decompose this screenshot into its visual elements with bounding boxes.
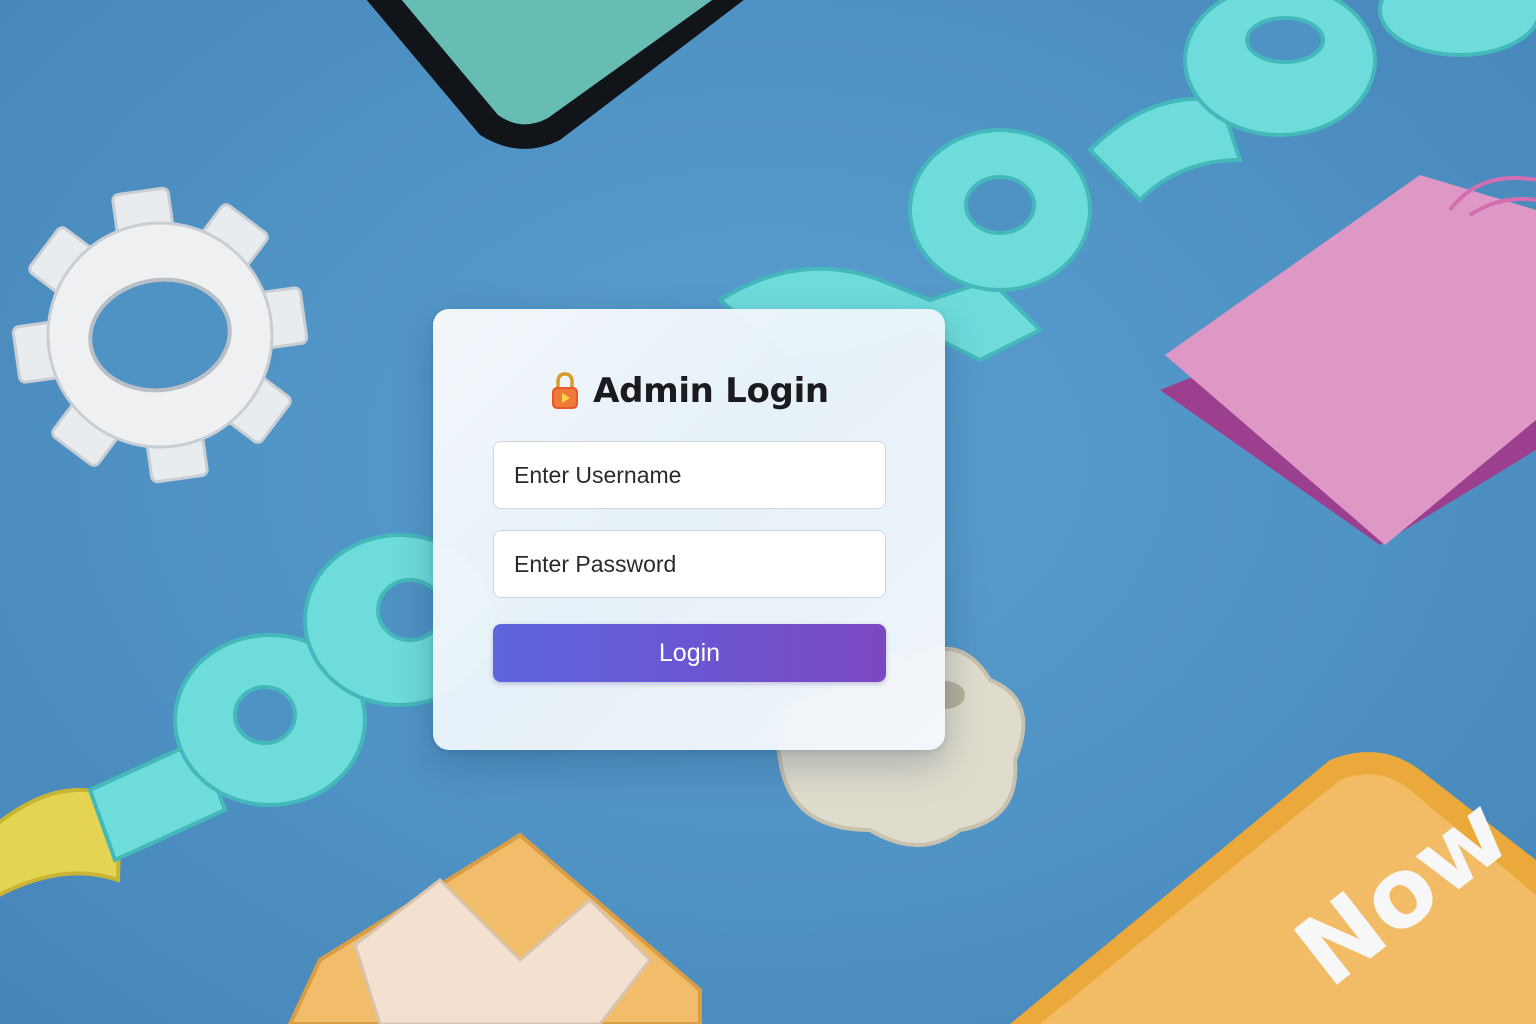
username-input[interactable] [493, 441, 886, 509]
password-input[interactable] [493, 530, 886, 598]
package-box-illustration [287, 832, 702, 1024]
gear-illustration [11, 186, 309, 484]
login-screen: Now Admin Login Login [0, 0, 1536, 1024]
phone-illustration [366, 0, 744, 149]
lock-icon [552, 372, 579, 409]
login-button[interactable]: Login [493, 624, 886, 682]
card-header: Admin Login [433, 369, 945, 413]
shop-now-sign-illustration: Now [1010, 752, 1536, 1024]
shopping-bag-illustration [1160, 175, 1536, 545]
login-card: Admin Login Login [433, 309, 945, 750]
page-title: Admin Login [593, 371, 829, 411]
